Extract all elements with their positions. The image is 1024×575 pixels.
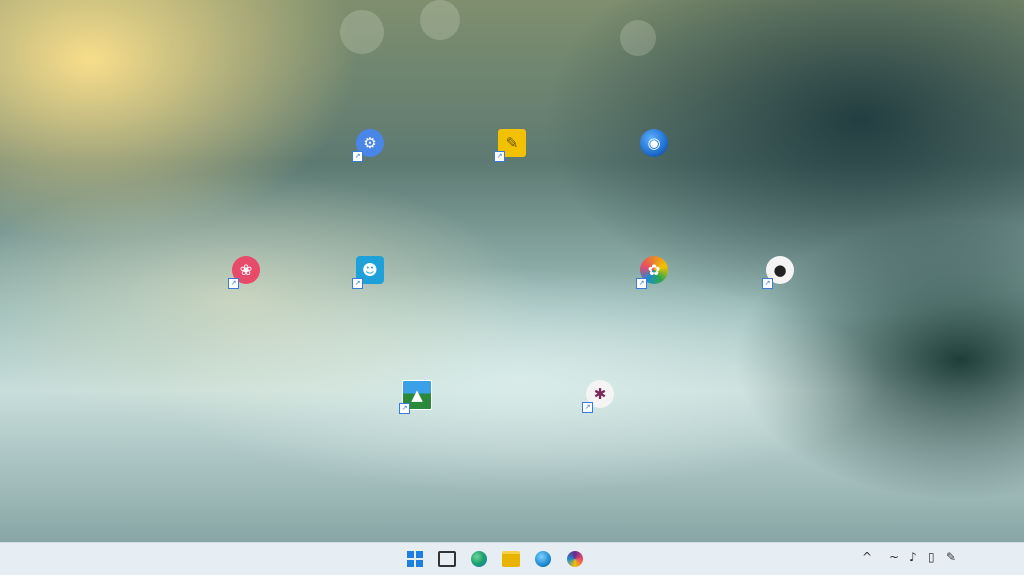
taskbar-app-edge[interactable] (469, 549, 489, 569)
network-icon[interactable]: ~ (889, 551, 899, 563)
bokeh-light (340, 10, 384, 54)
start-button[interactable] (405, 549, 425, 569)
shortcut-arrow-icon: ↗ (762, 278, 773, 289)
desktop-icon[interactable]: ☻ ↗ (327, 256, 413, 291)
task-view-button[interactable] (437, 549, 457, 569)
sticky-notes-icon: ✎ ↗ (494, 129, 526, 162)
taskbar-app-browser[interactable] (533, 549, 553, 569)
desktop-icon[interactable]: ✿ ↗ (611, 256, 697, 291)
desktop-icon[interactable]: ✎ ↗ (469, 129, 555, 164)
battery-icon[interactable]: ▯ (928, 551, 935, 563)
pen-icon[interactable]: ✎ (946, 551, 956, 563)
globe-browser-icon: ◉ (640, 129, 668, 157)
chevron-up-icon[interactable]: ^ (862, 551, 872, 563)
desktop-icon[interactable]: ✱ ↗ (557, 380, 643, 415)
desktop-icon[interactable]: ⚙ ↗ (327, 129, 413, 164)
desktop-icon[interactable]: ◉ (611, 129, 697, 164)
file-explorer-icon (502, 551, 520, 567)
shortcut-arrow-icon: ↗ (228, 278, 239, 289)
media-app-icon (567, 551, 583, 567)
desktop-icon[interactable]: ❀ ↗ (203, 256, 289, 291)
purple-circular-app-icon: ✱ ↗ (582, 380, 614, 413)
shortcut-arrow-icon: ↗ (494, 151, 505, 162)
taskbar: ^ ~ ♪ ▯ ✎ (0, 542, 1024, 575)
task-view-icon (438, 551, 456, 567)
settings-gear-icon: ⚙ ↗ (352, 129, 384, 162)
colorful-app-icon: ✿ ↗ (636, 256, 668, 289)
photo-app-icon: ▲ ↗ (399, 380, 432, 414)
desktop-icon[interactable]: ▲ ↗ (374, 380, 460, 417)
desktop: ⚙ ↗ ✎ ↗ ◉ ❀ ↗ ☻ ↗ ✿ ↗ ● ↗ ▲ ↗ ✱ ↗ (0, 0, 1024, 542)
shortcut-arrow-icon: ↗ (582, 402, 593, 413)
shortcut-arrow-icon: ↗ (636, 278, 647, 289)
taskbar-app-file-explorer[interactable] (501, 549, 521, 569)
start-menu-icon (407, 551, 423, 567)
bokeh-light (420, 0, 460, 40)
taskbar-app-media[interactable] (565, 549, 585, 569)
shortcut-arrow-icon: ↗ (399, 403, 410, 414)
desktop-icon[interactable]: ● ↗ (737, 256, 823, 291)
dark-circular-app-icon: ● ↗ (762, 256, 794, 289)
bokeh-light (620, 20, 656, 56)
red-circular-app-icon: ❀ ↗ (228, 256, 260, 289)
volume-icon[interactable]: ♪ (909, 551, 917, 563)
globe-browser-icon (535, 551, 551, 567)
edge-browser-icon (471, 551, 487, 567)
people-app-icon: ☻ ↗ (352, 256, 384, 289)
shortcut-arrow-icon: ↗ (352, 151, 363, 162)
shortcut-arrow-icon: ↗ (352, 278, 363, 289)
